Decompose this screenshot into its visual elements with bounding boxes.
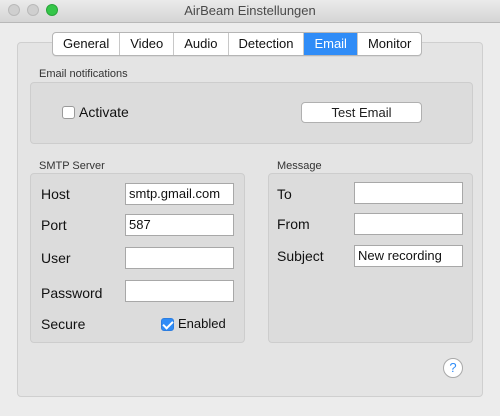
tab-bar: General Video Audio Detection Email Moni… (52, 32, 423, 56)
host-label: Host (41, 186, 70, 202)
help-button[interactable]: ? (443, 358, 463, 378)
message-title: Message (277, 160, 322, 172)
tab-audio[interactable]: Audio (174, 33, 229, 55)
from-field[interactable] (354, 213, 463, 235)
email-notifications-title: Email notifications (39, 68, 128, 80)
secure-enabled-label: Enabled (178, 316, 226, 331)
window-title: AirBeam Einstellungen (184, 3, 316, 18)
to-label: To (277, 186, 292, 202)
secure-label: Secure (41, 316, 86, 332)
user-field[interactable] (125, 247, 234, 269)
smtp-server-title: SMTP Server (39, 160, 105, 172)
port-field[interactable]: 587 (125, 214, 234, 236)
tab-monitor[interactable]: Monitor (358, 33, 421, 55)
subject-field[interactable]: New recording (354, 245, 463, 267)
tab-email[interactable]: Email (304, 33, 358, 55)
to-field[interactable] (354, 182, 463, 204)
from-label: From (277, 216, 310, 232)
password-field[interactable] (125, 280, 234, 302)
tab-general[interactable]: General (53, 33, 121, 55)
password-label: Password (41, 285, 103, 301)
tab-video[interactable]: Video (120, 33, 175, 55)
secure-enabled-checkbox[interactable] (161, 318, 174, 331)
title-bar: AirBeam Einstellungen (0, 0, 500, 23)
subject-label: Subject (277, 248, 324, 264)
tab-detection[interactable]: Detection (229, 33, 305, 55)
host-field[interactable]: smtp.gmail.com (125, 183, 234, 205)
activate-checkbox[interactable] (62, 106, 75, 119)
port-label: Port (41, 217, 67, 233)
test-email-button[interactable]: Test Email (301, 102, 422, 123)
activate-label: Activate (79, 104, 129, 120)
user-label: User (41, 250, 71, 266)
